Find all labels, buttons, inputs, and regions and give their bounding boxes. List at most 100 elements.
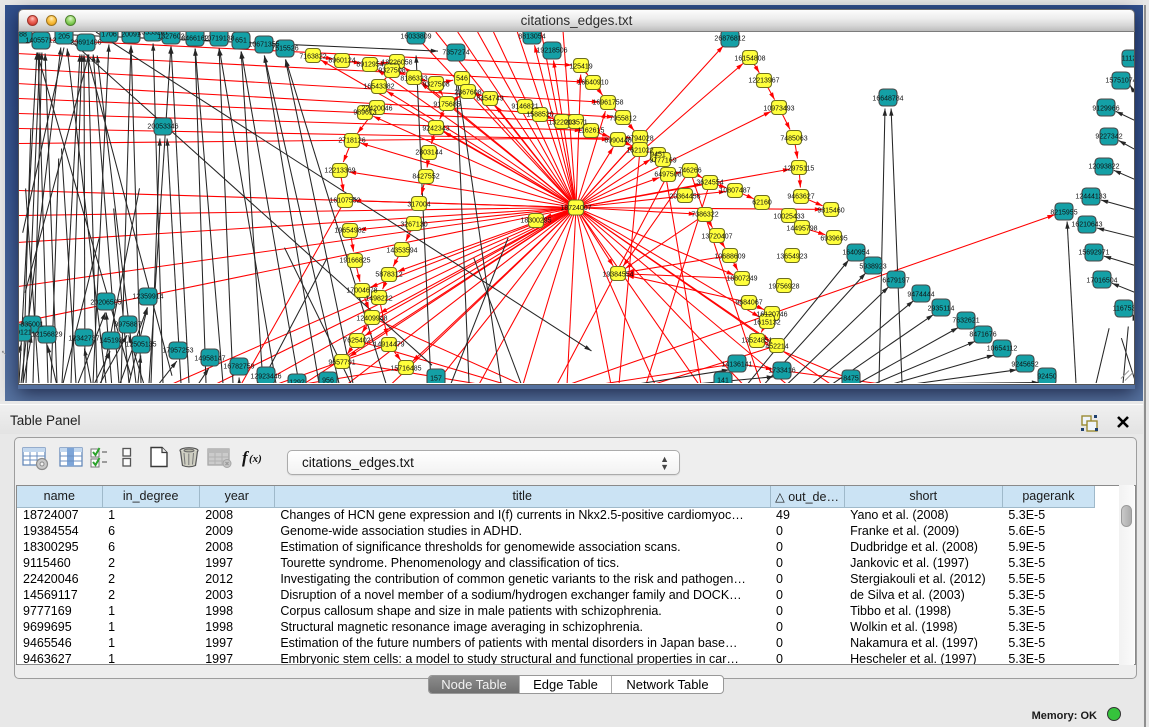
svg-text:9227342: 9227342	[1095, 133, 1122, 140]
svg-text:16782759: 16782759	[223, 363, 254, 370]
svg-text:14958147: 14958147	[194, 355, 225, 362]
svg-text:12156829: 12156829	[31, 331, 62, 338]
svg-text:7386322: 7386322	[691, 211, 718, 218]
svg-text:39121: 39121	[19, 329, 32, 336]
svg-text:141: 141	[717, 377, 729, 383]
svg-text:9327508: 9327508	[422, 81, 449, 88]
svg-text:9657791: 9657791	[328, 359, 355, 366]
svg-text:9815460: 9815460	[817, 207, 844, 214]
svg-text:7632621: 7632621	[952, 317, 979, 324]
svg-text:6479197: 6479197	[882, 277, 909, 284]
svg-text:9146821: 9146821	[511, 103, 538, 110]
svg-text:22420046: 22420046	[361, 105, 392, 112]
svg-text:19166825: 19166825	[339, 257, 370, 264]
svg-text:19218506: 19218506	[536, 47, 567, 54]
svg-text:9129966: 9129966	[1092, 105, 1119, 112]
svg-text:2718126: 2718126	[338, 137, 365, 144]
svg-text:11123: 11123	[1122, 55, 1135, 62]
svg-text:16961758: 16961758	[592, 99, 623, 106]
svg-text:9474444: 9474444	[907, 291, 934, 298]
svg-text:17957253: 17957253	[162, 347, 193, 354]
svg-text:3267130: 3267130	[400, 221, 427, 228]
svg-text:18724007: 18724007	[560, 205, 591, 212]
svg-text:16543382: 16543382	[363, 83, 394, 90]
svg-text:8475: 8475	[843, 375, 859, 382]
svg-text:8960124: 8960124	[328, 57, 355, 64]
svg-text:5878312: 5878312	[375, 271, 402, 278]
svg-text:1706: 1706	[101, 32, 117, 39]
svg-text:16120746: 16120746	[756, 311, 787, 318]
svg-text:20206505: 20206505	[90, 299, 121, 306]
svg-text:12342737: 12342737	[68, 335, 99, 342]
svg-text:9975887: 9975887	[114, 321, 141, 328]
svg-text:14055712: 14055712	[25, 37, 56, 44]
svg-text:1615132: 1615132	[753, 319, 780, 326]
svg-text:19384554: 19384554	[602, 271, 633, 278]
svg-text:18226058: 18226058	[381, 59, 412, 66]
svg-text:26876812: 26876812	[714, 35, 745, 42]
svg-text:1292: 1292	[289, 379, 305, 383]
svg-text:452214: 452214	[765, 343, 788, 350]
svg-text:9175685: 9175685	[433, 101, 460, 108]
svg-text:2935114: 2935114	[928, 305, 955, 312]
svg-text:62160: 62160	[752, 199, 772, 206]
svg-text:(x): (x)	[249, 453, 262, 465]
svg-text:7625402: 7625402	[343, 337, 370, 344]
svg-text:12975115: 12975115	[784, 165, 815, 172]
svg-text:145193: 145193	[99, 337, 122, 344]
svg-text:2803144: 2803144	[415, 149, 442, 156]
svg-text:12359914: 12359914	[132, 293, 163, 300]
svg-text:8454749: 8454749	[476, 95, 503, 102]
svg-text:10025433: 10025433	[773, 213, 804, 220]
svg-text:14353594: 14353594	[386, 247, 417, 254]
svg-text:14495798: 14495798	[786, 225, 817, 232]
svg-text:116753: 116753	[1113, 305, 1135, 312]
svg-text:16107552: 16107552	[329, 197, 360, 204]
svg-text:157: 157	[430, 375, 442, 382]
svg-text:10973493: 10973493	[763, 105, 794, 112]
svg-text:7485063: 7485063	[780, 135, 807, 142]
svg-text:9794028: 9794028	[626, 135, 653, 142]
svg-text:7955812: 7955812	[609, 115, 636, 122]
svg-text:6939695: 6939695	[820, 235, 847, 242]
svg-text:317004: 317004	[407, 201, 430, 208]
svg-text:15751074: 15751074	[1105, 77, 1135, 84]
svg-text:19654982: 19654982	[334, 227, 365, 234]
svg-text:1640954: 1640954	[842, 249, 869, 256]
svg-text:16210643: 16210643	[1071, 221, 1102, 228]
svg-text:956: 956	[322, 377, 334, 383]
svg-text:9245652: 9245652	[1011, 361, 1038, 368]
svg-text:8813054: 8813054	[518, 33, 545, 40]
svg-text:18300295: 18300295	[520, 217, 551, 224]
svg-text:15692971: 15692971	[1078, 249, 1109, 256]
svg-text:12213369: 12213369	[324, 167, 355, 174]
svg-text:12444133: 12444133	[1075, 193, 1106, 200]
svg-text:5938923: 5938923	[859, 263, 886, 270]
svg-text:19756928: 19756928	[768, 283, 799, 290]
svg-text:1733416: 1733416	[768, 367, 795, 374]
svg-text:10654112: 10654112	[987, 345, 1018, 352]
svg-text:1588520: 1588520	[526, 111, 553, 118]
svg-text:651: 651	[235, 37, 247, 44]
svg-text:16648784: 16648784	[872, 95, 903, 102]
svg-text:835001: 835001	[20, 321, 43, 328]
svg-text:18807249: 18807249	[726, 275, 757, 282]
svg-text:546: 546	[456, 75, 468, 82]
svg-text:8427552: 8427552	[412, 173, 439, 180]
svg-text:16640910: 16640910	[577, 79, 608, 86]
svg-text:12093822: 12093822	[1088, 163, 1119, 170]
svg-text:9777169: 9777169	[649, 157, 676, 164]
svg-text:9242343: 9242343	[422, 125, 449, 132]
svg-text:17016504: 17016504	[1086, 277, 1117, 284]
svg-text:92450: 92450	[1037, 373, 1057, 380]
svg-text:205: 205	[58, 33, 70, 40]
svg-text:12923446: 12923446	[250, 373, 281, 380]
svg-text:1162615: 1162615	[578, 127, 605, 134]
svg-text:10807487: 10807487	[719, 187, 750, 194]
svg-text:9463627: 9463627	[787, 193, 814, 200]
svg-text:12213967: 12213967	[748, 77, 779, 84]
svg-text:17004678: 17004678	[346, 287, 377, 294]
svg-text:3624554: 3624554	[696, 179, 723, 186]
svg-text:10688609: 10688609	[714, 253, 745, 260]
svg-text:13720407: 13720407	[701, 233, 732, 240]
